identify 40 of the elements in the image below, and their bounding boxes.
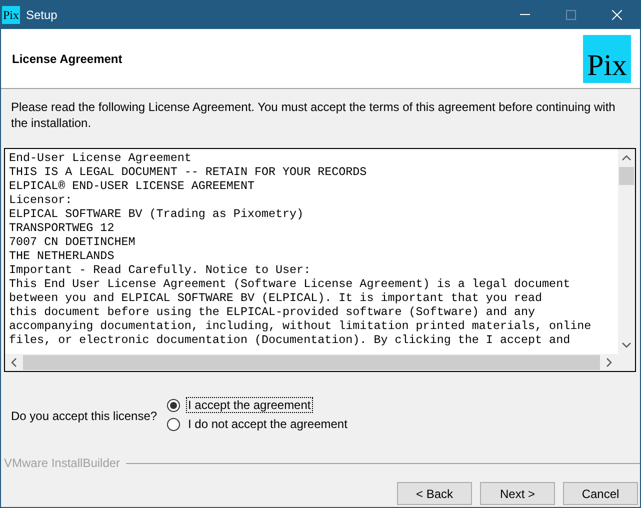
license-line: between you and ELPICAL SOFTWARE BV (ELPICAL). It is important that you read [9, 291, 544, 305]
wizard-button[interactable]: Next > [480, 482, 555, 505]
license-line: this document before using the ELPICAL-provided software (Software) and any [9, 305, 536, 319]
page-title: License Agreement [12, 52, 122, 66]
question-label: Do you accept this license? [11, 409, 158, 425]
scroll-down-icon[interactable] [622, 342, 631, 348]
license-line: ELPICAL® END-USER LICENSE AGREEMENT [9, 179, 256, 193]
license-line: End-User License Agreement [9, 151, 192, 165]
brand-label: VMware InstallBuilder [4, 456, 120, 470]
scroll-left-icon[interactable] [11, 358, 17, 367]
radio-button[interactable] [167, 398, 180, 412]
scrollbar-thumb[interactable] [619, 167, 634, 185]
license-line: ELPICAL SOFTWARE BV (Trading as Pixometry) [9, 207, 305, 221]
minimize-icon [520, 14, 530, 15]
license-line: Licensor: [9, 193, 74, 207]
radio-label[interactable]: I accept the agreement [187, 398, 312, 412]
license-line: 7007 CN DOETINCHEM [9, 235, 136, 249]
license-line: files, or electronic documentation (Documentation). By clicking the I accept and [9, 333, 572, 347]
horizontal-scrollbar[interactable] [5, 354, 618, 371]
vertical-scrollbar[interactable] [618, 149, 635, 354]
scroll-up-icon[interactable] [622, 155, 631, 161]
license-text-area[interactable] [4, 148, 636, 372]
license-line: TRANSPORTWEG 12 [9, 221, 116, 235]
close-icon [612, 10, 622, 20]
wizard-button[interactable]: < Back [397, 482, 472, 505]
license-line: This End User License Agreement (Software License Agreement) is a legal document [9, 277, 572, 291]
license-line: THIS IS A LEGAL DOCUMENT -- RETAIN FOR YOUR RECORDS [9, 165, 368, 179]
license-line: THE NETHERLANDS [9, 249, 116, 263]
wizard-button[interactable]: Cancel [563, 482, 638, 505]
radio-label[interactable]: I do not accept the agreement [187, 417, 348, 431]
scroll-right-icon[interactable] [606, 358, 612, 367]
maximize-icon [566, 10, 576, 20]
logo: Pix [583, 34, 631, 82]
scrollbar-thumb[interactable] [23, 355, 600, 370]
radio-button[interactable] [167, 418, 180, 430]
license-line: accompanying documentation, including, without limitation printed materials, online [9, 319, 592, 333]
app-icon: Pix [2, 6, 20, 24]
license-line: Important - Read Carefully. Notice to User: [9, 263, 312, 277]
window-title: Setup [26, 8, 58, 22]
intro-text: Please read the following License Agreement. You must accept the terms of this agreement before continuing with the installation. [11, 99, 616, 131]
